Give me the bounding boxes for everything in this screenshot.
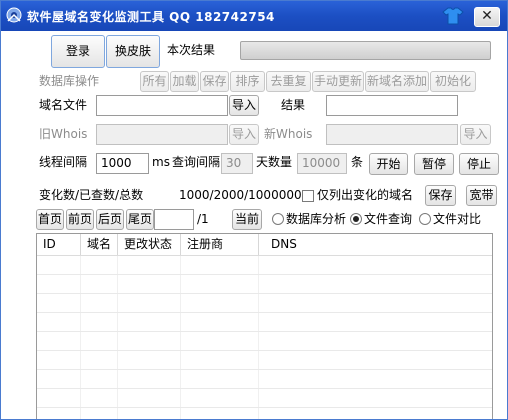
first-page-button[interactable]: 首页 xyxy=(36,209,64,230)
db-analysis-label: 数据库分析 xyxy=(286,212,347,226)
current-button[interactable]: 当前 xyxy=(232,209,262,230)
start-button[interactable]: 开始 xyxy=(369,153,408,175)
title-bar: 软件屋域名变化监测工具 QQ 182742754 ✕ xyxy=(1,1,507,31)
db-load-button[interactable]: 加载 xyxy=(170,71,199,92)
only-changed-checkbox[interactable] xyxy=(302,190,314,202)
db-manual-update-button[interactable]: 手动更新 xyxy=(312,71,364,92)
stats-value: 1000/2000/1000000 xyxy=(179,188,302,202)
last-page-button[interactable]: 尾页 xyxy=(126,209,154,230)
db-add-new-button[interactable]: 新域名添加 xyxy=(365,71,429,92)
file-query-label: 文件查询 xyxy=(364,212,413,226)
window-title: 软件屋域名变化监测工具 QQ 182742754 xyxy=(27,10,275,24)
column-header-dns[interactable]: DNS xyxy=(258,234,492,255)
file-compare-label: 文件对比 xyxy=(433,212,482,226)
file-query-radio[interactable] xyxy=(350,213,362,225)
domain-file-input[interactable] xyxy=(96,95,228,116)
change-skin-button[interactable]: 换皮肤 xyxy=(106,35,160,68)
import-domain-button[interactable]: 导入 xyxy=(229,95,259,116)
domain-file-label: 域名文件 xyxy=(39,98,88,112)
prev-page-button[interactable]: 前页 xyxy=(66,209,94,230)
save-button[interactable]: 保存 xyxy=(425,185,456,206)
import-old-whois-button[interactable]: 导入 xyxy=(229,124,259,145)
db-sort-button[interactable]: 排序 xyxy=(230,71,265,92)
result-label: 结果 xyxy=(281,98,306,112)
query-interval-input[interactable]: 30 xyxy=(221,153,253,174)
count-input[interactable]: 10000 xyxy=(297,153,347,174)
db-init-button[interactable]: 初始化 xyxy=(430,71,476,92)
db-dedup-button[interactable]: 去重复 xyxy=(266,71,311,92)
thread-interval-input[interactable]: 1000 xyxy=(96,153,149,174)
progress-bar xyxy=(240,41,491,60)
column-header-status[interactable]: 更改状态 xyxy=(117,234,180,255)
only-changed-label: 仅列出变化的域名 xyxy=(317,188,414,202)
next-page-button[interactable]: 后页 xyxy=(96,209,124,230)
pause-button[interactable]: 暂停 xyxy=(414,153,454,175)
bandwidth-button[interactable]: 宽带 xyxy=(466,185,497,206)
page-input[interactable] xyxy=(154,209,194,230)
skin-shirt-icon[interactable] xyxy=(442,6,464,26)
result-input[interactable] xyxy=(326,95,458,116)
file-compare-radio[interactable] xyxy=(419,213,431,225)
old-whois-label: 旧Whois xyxy=(39,127,88,141)
main-window: 软件屋域名变化监测工具 QQ 182742754 ✕ 登录 换皮肤 本次结果 数… xyxy=(0,0,508,420)
page-total-label: /1 xyxy=(197,212,209,226)
current-result-label: 本次结果 xyxy=(167,43,216,57)
column-header-id[interactable]: ID xyxy=(37,234,80,255)
db-analysis-radio[interactable] xyxy=(272,213,284,225)
thread-interval-label: 线程间隔 xyxy=(39,155,88,169)
days-count-label: 天数量 xyxy=(256,155,293,169)
table-header: ID 域名 更改状态 注册商 DNS xyxy=(37,234,492,255)
results-table[interactable]: ID 域名 更改状态 注册商 DNS xyxy=(36,233,493,419)
import-new-whois-button[interactable]: 导入 xyxy=(460,124,491,145)
query-interval-label: 查询间隔 xyxy=(172,155,221,169)
login-button[interactable]: 登录 xyxy=(51,35,105,68)
old-whois-input[interactable] xyxy=(96,124,228,145)
stats-label: 变化数/已查数/总数 xyxy=(39,188,144,202)
column-header-domain[interactable]: 域名 xyxy=(80,234,117,255)
ms-unit-label: ms xyxy=(152,155,170,169)
db-save-button[interactable]: 保存 xyxy=(200,71,229,92)
db-ops-label: 数据库操作 xyxy=(39,74,100,88)
new-whois-label: 新Whois xyxy=(264,127,313,141)
new-whois-input[interactable] xyxy=(326,124,458,145)
column-header-registrar[interactable]: 注册商 xyxy=(180,234,258,255)
app-logo-icon xyxy=(6,7,22,23)
db-all-button[interactable]: 所有 xyxy=(140,71,169,92)
stop-button[interactable]: 停止 xyxy=(459,153,499,175)
close-button[interactable]: ✕ xyxy=(474,7,500,27)
items-unit-label: 条 xyxy=(351,155,364,169)
